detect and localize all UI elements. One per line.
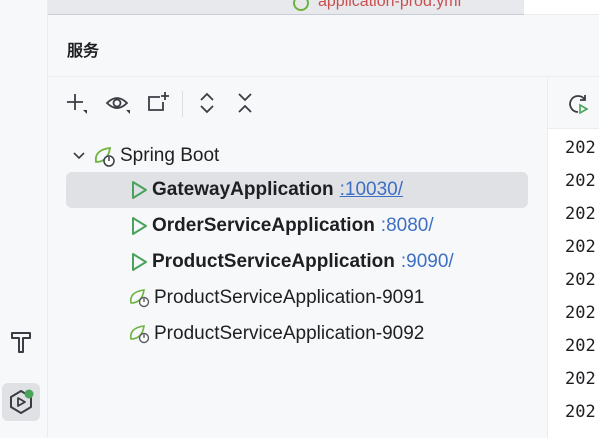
- service-port-link[interactable]: :8080/: [381, 215, 434, 237]
- collapse-all-button[interactable]: [231, 89, 259, 117]
- run-icon: [126, 179, 152, 201]
- service-item-order[interactable]: OrderServiceApplication :8080/: [66, 208, 434, 244]
- service-port-link[interactable]: :10030/: [340, 179, 403, 201]
- services-tool-button[interactable]: [2, 383, 40, 421]
- spring-config-icon: [290, 0, 312, 14]
- view-options-button[interactable]: [104, 89, 132, 117]
- tool-window-strip: [0, 0, 48, 438]
- service-item-product[interactable]: ProductServiceApplication :9090/: [66, 244, 454, 280]
- expand-all-icon: [196, 91, 218, 115]
- panel-title: 服务: [67, 43, 100, 60]
- console-pane: 202 202 202 202 202 202 202 202 202: [547, 78, 599, 438]
- chevron-down-icon[interactable]: [68, 149, 90, 163]
- service-name: OrderServiceApplication: [152, 215, 375, 236]
- service-item-gateway[interactable]: GatewayApplication :10030/: [66, 172, 528, 208]
- log-line: 202: [565, 402, 596, 422]
- collapse-all-icon: [234, 91, 256, 115]
- log-line: 202: [565, 138, 596, 158]
- service-name: GatewayApplication: [152, 179, 334, 200]
- spring-boot-icon: [90, 144, 120, 168]
- run-icon: [126, 251, 152, 273]
- eye-icon: [105, 91, 131, 115]
- log-line: 202: [565, 204, 596, 224]
- log-line: 202: [565, 303, 596, 323]
- spring-boot-stopped-icon: [126, 323, 154, 345]
- add-service-button[interactable]: [62, 89, 90, 117]
- service-item-product-9091[interactable]: ProductServiceApplication-9091: [66, 280, 424, 316]
- expand-all-button[interactable]: [193, 89, 221, 117]
- tree-group-spring-boot[interactable]: Spring Boot: [68, 138, 219, 174]
- log-line: 202: [565, 237, 596, 257]
- toolbar-separator: [182, 91, 183, 117]
- editor-tab[interactable]: application-prod.yml: [48, 0, 525, 15]
- console-toolbar: [548, 78, 599, 129]
- add-icon: [64, 91, 88, 115]
- rerun-icon[interactable]: [566, 92, 590, 116]
- run-icon: [126, 215, 152, 237]
- editor-tab-label: application-prod.yml: [318, 0, 462, 10]
- service-name: ProductServiceApplication: [152, 251, 395, 272]
- log-line: 202: [565, 336, 596, 356]
- service-name: ProductServiceApplication-9092: [154, 323, 425, 344]
- editor-tab-area: [524, 0, 599, 15]
- group-label: Spring Boot: [120, 145, 220, 166]
- build-tool-button[interactable]: [2, 323, 40, 361]
- new-window-icon: [145, 90, 171, 116]
- service-name: ProductServiceApplication-9091: [154, 287, 425, 308]
- log-line: 202: [565, 171, 596, 191]
- service-port-link[interactable]: :9090/: [401, 251, 454, 273]
- services-icon: [7, 388, 35, 416]
- log-line: 202: [565, 369, 596, 389]
- hammer-icon: [8, 329, 34, 355]
- service-item-product-9092[interactable]: ProductServiceApplication-9092: [66, 316, 424, 352]
- panel-divider: [48, 76, 599, 77]
- new-window-button[interactable]: [144, 89, 172, 117]
- log-line: 202: [565, 270, 596, 290]
- spring-boot-stopped-icon: [126, 287, 154, 309]
